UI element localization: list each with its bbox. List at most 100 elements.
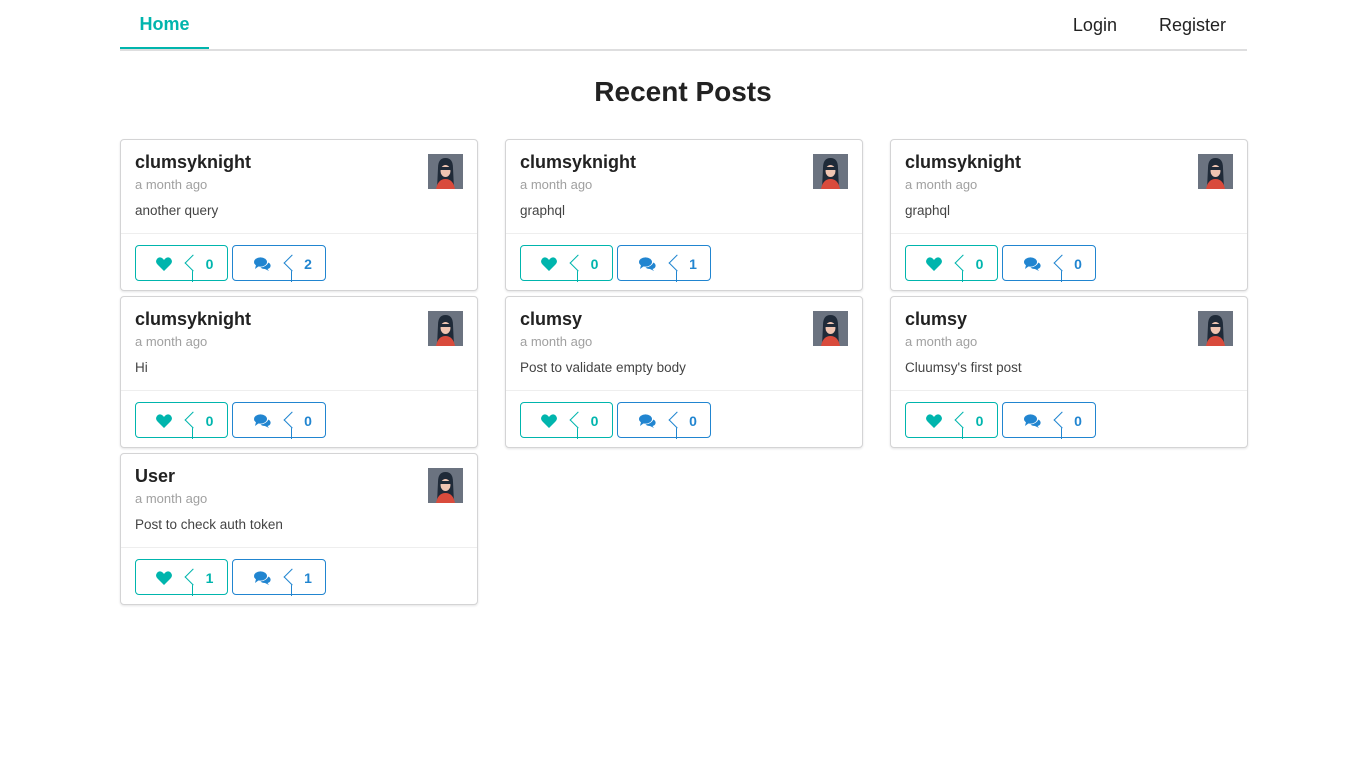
like-button[interactable]: 0	[520, 402, 613, 439]
like-button-icon-part[interactable]	[136, 403, 192, 439]
comment-button-icon-part[interactable]	[233, 246, 291, 282]
comment-button-icon-part[interactable]	[618, 403, 676, 439]
post-card[interactable]: clumsyknight a month ago another query 0	[120, 139, 478, 291]
comment-count: 2	[283, 246, 325, 282]
post-username: clumsy	[905, 309, 968, 329]
heart-icon	[156, 571, 172, 585]
posts-column-3: clumsyknight a month ago graphql 0 0 clu…	[890, 139, 1248, 453]
comment-button[interactable]: 0	[1002, 245, 1096, 282]
post-body: Cluumsy's first post	[905, 360, 1022, 375]
nav-home-tab[interactable]: Home	[120, 0, 209, 49]
like-button-icon-part[interactable]	[906, 246, 962, 282]
post-time[interactable]: a month ago	[905, 177, 977, 192]
comment-button[interactable]: 0	[617, 402, 711, 439]
nav-register-link[interactable]: Register	[1138, 13, 1247, 36]
post-actions: 0 0	[135, 402, 326, 439]
comment-count: 0	[668, 403, 710, 439]
like-button-icon-part[interactable]	[521, 246, 577, 282]
post-body: graphql	[520, 203, 566, 218]
like-count: 1	[184, 560, 227, 596]
like-button[interactable]: 0	[135, 245, 228, 282]
like-count: 0	[184, 246, 227, 282]
comments-icon	[638, 414, 656, 428]
like-count: 0	[184, 403, 227, 439]
comments-icon	[1023, 257, 1041, 271]
like-count-value: 0	[205, 256, 214, 272]
post-actions: 0 0	[905, 245, 1096, 282]
heart-icon	[541, 257, 557, 271]
post-actions: 0 2	[135, 245, 326, 282]
top-nav: Home Login Register	[120, 0, 1247, 51]
comment-button-icon-part[interactable]	[233, 403, 291, 439]
comment-button-icon-part[interactable]	[618, 246, 676, 282]
post-card[interactable]: clumsy a month ago Post to validate empt…	[505, 296, 863, 448]
like-count: 0	[954, 246, 997, 282]
page-title: Recent Posts	[594, 76, 772, 107]
comment-button[interactable]: 1	[617, 245, 711, 282]
comment-button[interactable]: 2	[232, 245, 326, 282]
comment-count-value: 0	[689, 413, 697, 429]
post-card-content: clumsy a month ago Post to validate empt…	[506, 297, 862, 391]
like-button[interactable]: 0	[520, 245, 613, 282]
post-time[interactable]: a month ago	[135, 177, 207, 192]
post-card[interactable]: User a month ago Post to check auth toke…	[120, 453, 478, 605]
post-time[interactable]: a month ago	[905, 334, 977, 349]
post-time[interactable]: a month ago	[520, 334, 592, 349]
nav-right-menu: Login Register	[1052, 0, 1247, 49]
post-card-content: clumsyknight a month ago graphql	[891, 140, 1247, 234]
avatar	[813, 154, 848, 189]
post-card[interactable]: clumsyknight a month ago graphql 0	[890, 139, 1248, 291]
like-count: 0	[954, 403, 997, 439]
like-button[interactable]: 0	[905, 402, 998, 439]
post-actions: 1 1	[135, 559, 326, 596]
heart-icon	[541, 414, 557, 428]
post-time[interactable]: a month ago	[135, 334, 207, 349]
comments-icon	[253, 414, 271, 428]
post-card[interactable]: clumsy a month ago Cluumsy's first post …	[890, 296, 1248, 448]
comment-count: 1	[283, 560, 325, 596]
nav-login-link[interactable]: Login	[1052, 13, 1138, 36]
comment-count-value: 0	[1074, 413, 1082, 429]
post-username: User	[135, 466, 176, 486]
post-time[interactable]: a month ago	[520, 177, 592, 192]
like-button[interactable]: 1	[135, 559, 228, 596]
comment-count-value: 1	[689, 256, 697, 272]
post-actions: 0 0	[520, 402, 711, 439]
like-button-icon-part[interactable]	[136, 560, 192, 596]
comment-count: 0	[1053, 403, 1095, 439]
avatar	[428, 311, 463, 346]
heart-icon	[156, 257, 172, 271]
post-card[interactable]: clumsyknight a month ago Hi 0 0	[120, 296, 478, 448]
post-card-content: User a month ago Post to check auth toke…	[121, 454, 477, 548]
comment-button[interactable]: 0	[232, 402, 326, 439]
posts-column-2: clumsyknight a month ago graphql 0 1 clu…	[505, 139, 863, 453]
like-count: 0	[569, 403, 612, 439]
comment-button[interactable]: 1	[232, 559, 326, 596]
comment-count-value: 1	[304, 570, 312, 586]
avatar	[813, 311, 848, 346]
posts-column-1: clumsyknight a month ago another query 0	[120, 139, 478, 610]
heart-icon	[926, 257, 942, 271]
like-button[interactable]: 0	[905, 245, 998, 282]
post-card-content: clumsyknight a month ago Hi	[121, 297, 477, 391]
like-count: 0	[569, 246, 612, 282]
post-username: clumsy	[520, 309, 583, 329]
heart-icon	[926, 414, 942, 428]
post-body: another query	[135, 203, 219, 218]
comment-count: 1	[668, 246, 710, 282]
like-button-icon-part[interactable]	[136, 246, 192, 282]
comment-button[interactable]: 0	[1002, 402, 1096, 439]
like-button-icon-part[interactable]	[521, 403, 577, 439]
comment-count-value: 0	[1074, 256, 1082, 272]
comment-button-icon-part[interactable]	[1003, 403, 1061, 439]
post-username: clumsyknight	[135, 309, 252, 329]
comment-button-icon-part[interactable]	[1003, 246, 1061, 282]
like-count-value: 0	[205, 413, 214, 429]
post-time[interactable]: a month ago	[135, 491, 207, 506]
comments-icon	[253, 257, 271, 271]
comment-button-icon-part[interactable]	[233, 560, 291, 596]
comment-count-value: 0	[304, 413, 312, 429]
like-button-icon-part[interactable]	[906, 403, 962, 439]
post-card[interactable]: clumsyknight a month ago graphql 0	[505, 139, 863, 291]
like-button[interactable]: 0	[135, 402, 228, 439]
